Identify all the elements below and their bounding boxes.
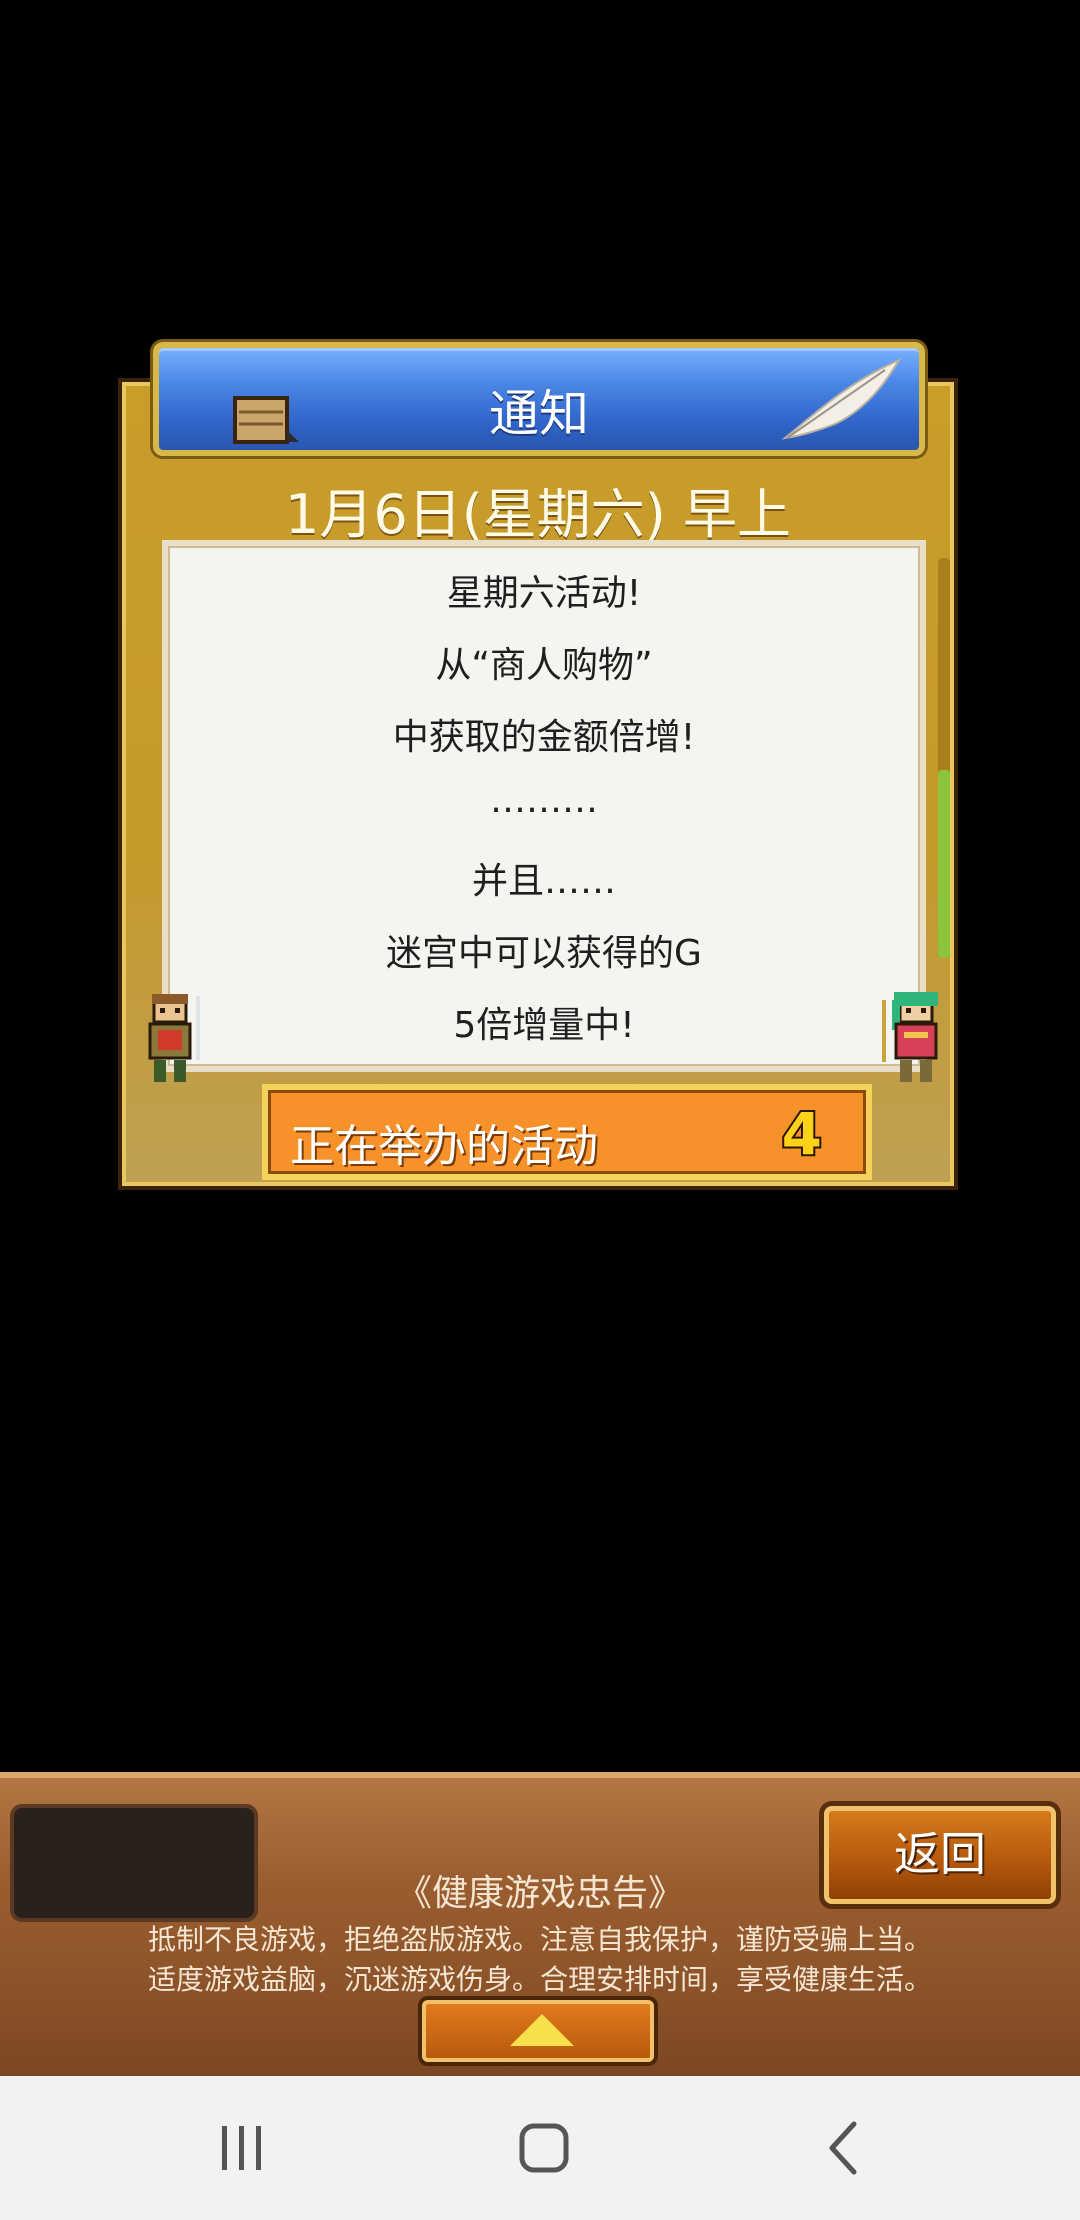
message-line: 并且…… bbox=[471, 861, 616, 902]
health-advisory-line: 适度游戏益脑，沉迷游戏伤身。合理安排时间，享受健康生活。 bbox=[147, 1963, 932, 1996]
quill-icon bbox=[781, 357, 902, 440]
ongoing-events-label: 正在举办的活动 bbox=[290, 1121, 598, 1172]
back-icon[interactable] bbox=[814, 2116, 878, 2180]
message-line: ……… bbox=[490, 780, 598, 821]
message-panel[interactable]: 星期六活动! 从“商人购物” 中获取的金额倍增! ……… 并且…… 迷宫中可以获… bbox=[162, 540, 926, 1072]
notice-date: 1月6日(星期六) 早上 bbox=[284, 483, 791, 546]
event-count-badge: 4 bbox=[780, 1098, 824, 1170]
scrollbar-thumb[interactable] bbox=[938, 770, 950, 958]
dialog-header: 通知 bbox=[153, 342, 925, 456]
recent-apps-icon[interactable] bbox=[210, 2116, 274, 2180]
health-advisory-title: 《健康游戏忠告》 bbox=[395, 1873, 684, 1914]
bottom-panel: 返回 《健康游戏忠告》 抵制不良游戏，拒绝盗版游戏。注意自我保护，谨防受骗上当。… bbox=[0, 1772, 1080, 2076]
adventurer-sprite-right bbox=[882, 992, 938, 1082]
message-line: 5倍增量中! bbox=[453, 1005, 635, 1046]
home-icon[interactable] bbox=[512, 2116, 576, 2180]
health-advisory-line: 抵制不良游戏，拒绝盗版游戏。注意自我保护，谨防受骗上当。 bbox=[147, 1923, 932, 1956]
adventurer-sprite-left bbox=[148, 994, 200, 1082]
message-line: 迷宫中可以获得的G bbox=[386, 933, 702, 974]
message-line: 星期六活动! bbox=[446, 573, 642, 614]
expand-panel-button[interactable] bbox=[422, 2000, 654, 2062]
ongoing-events-button[interactable]: 正在举办的活动 4 bbox=[262, 1084, 872, 1180]
system-navigation-bar bbox=[0, 2076, 1080, 2220]
triangle-up-icon bbox=[510, 2014, 574, 2046]
message-line: 中获取的金额倍增! bbox=[392, 717, 696, 758]
message-line: 从“商人购物” bbox=[435, 645, 653, 686]
